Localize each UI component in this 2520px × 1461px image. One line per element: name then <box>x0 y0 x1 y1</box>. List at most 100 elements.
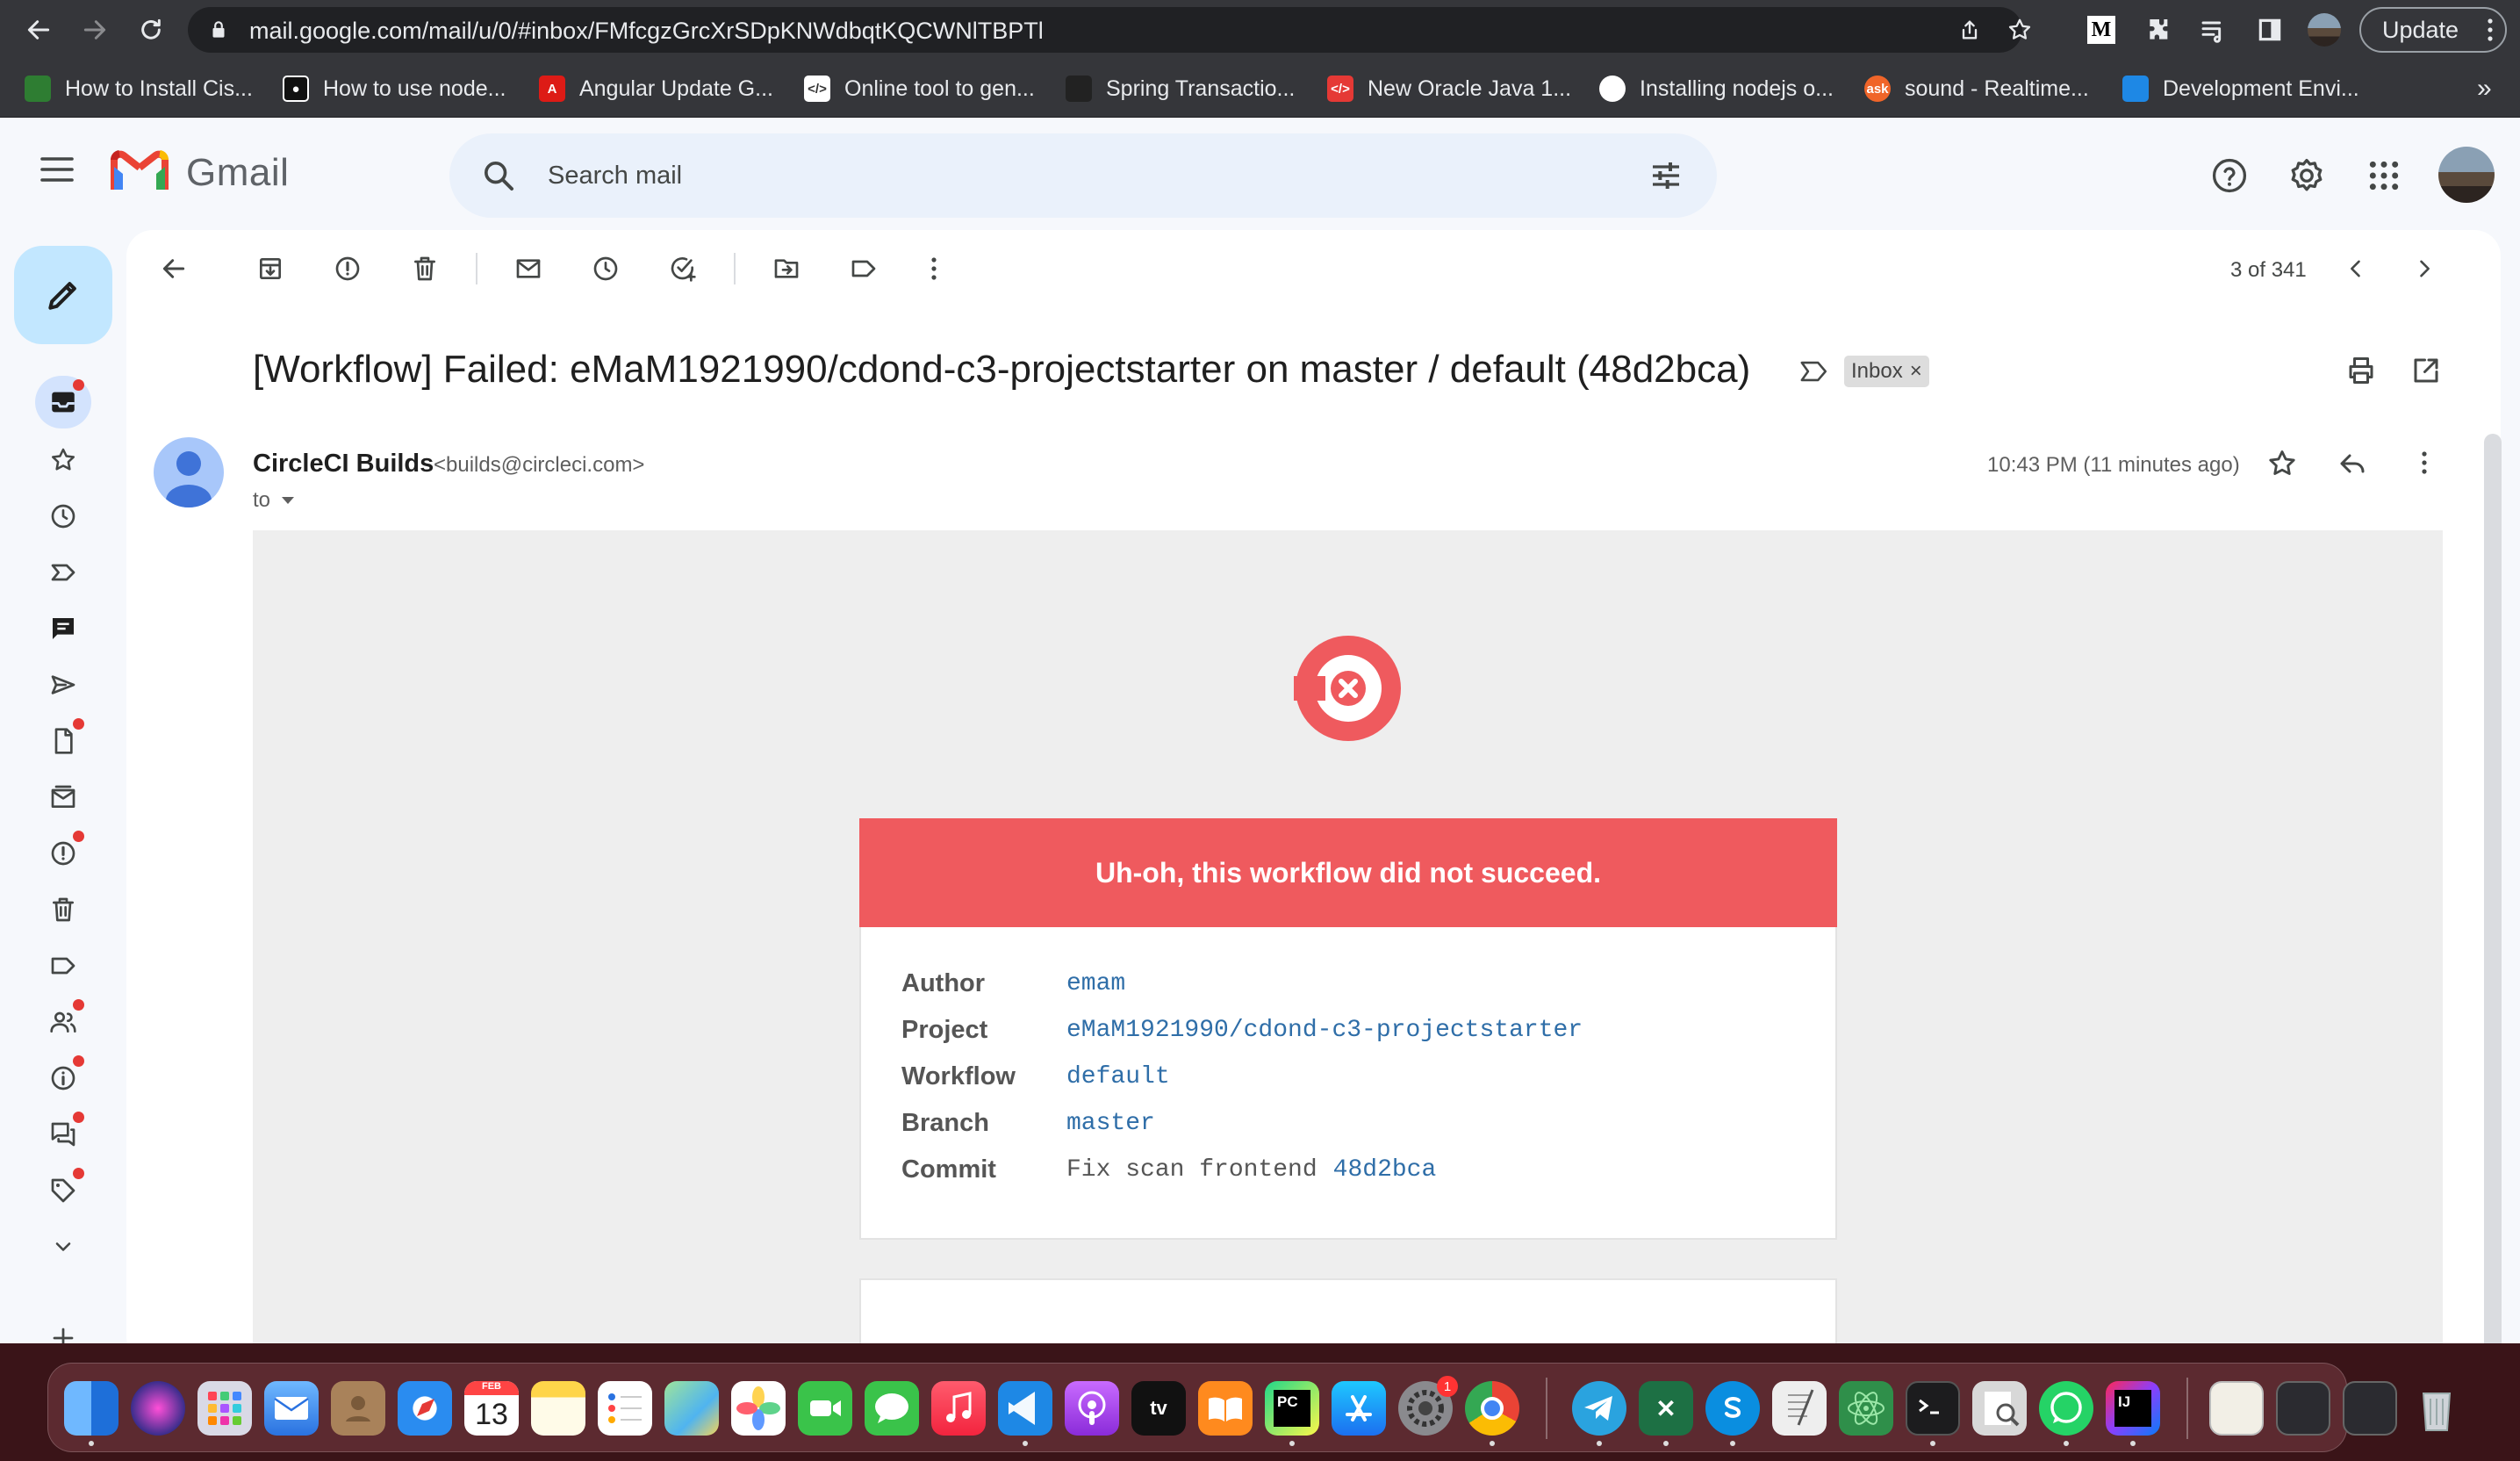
podcasts-icon[interactable] <box>1065 1381 1119 1436</box>
back-icon[interactable] <box>19 11 58 49</box>
scrollbar[interactable] <box>2484 434 2502 1343</box>
trash-icon[interactable] <box>44 890 83 929</box>
workflow-link[interactable]: default <box>1066 1063 1170 1090</box>
maps-icon[interactable] <box>664 1381 719 1436</box>
system-preferences-icon[interactable]: 1 <box>1398 1376 1458 1436</box>
important-marker-icon[interactable] <box>1799 358 1829 385</box>
updates-icon[interactable] <box>44 1055 84 1098</box>
account-avatar[interactable] <box>2438 147 2495 203</box>
search-bar[interactable] <box>449 133 1717 218</box>
bookmark-item[interactable]: Spring Transactio... <box>1066 68 1295 109</box>
chats-icon[interactable] <box>44 609 83 648</box>
snoozed-icon[interactable] <box>44 497 83 536</box>
search-input[interactable] <box>548 156 1513 195</box>
reminders-icon[interactable] <box>598 1381 652 1436</box>
reply-icon[interactable] <box>2337 448 2368 479</box>
atom-icon[interactable] <box>1839 1381 1893 1436</box>
more-chevron-down-icon[interactable] <box>44 1227 83 1266</box>
siri-icon[interactable] <box>131 1381 185 1436</box>
messages-icon[interactable] <box>865 1381 919 1436</box>
search-options-icon[interactable] <box>1648 158 1684 193</box>
preview-icon[interactable] <box>1972 1381 2027 1436</box>
extensions-puzzle-icon[interactable] <box>2142 12 2177 47</box>
bookmark-item[interactable]: ask sound - Realtime... <box>1864 68 2089 109</box>
report-spam-icon[interactable] <box>327 248 369 290</box>
trash-bin-icon[interactable] <box>2409 1381 2464 1436</box>
facetime-icon[interactable] <box>798 1381 852 1436</box>
bookmark-item[interactable]: Development Envi... <box>2122 68 2359 109</box>
label-icon[interactable] <box>44 946 83 985</box>
share-icon[interactable] <box>1957 18 1982 42</box>
finder-icon[interactable] <box>64 1381 118 1436</box>
whatsapp-icon[interactable] <box>2039 1381 2093 1436</box>
author-link[interactable]: emam <box>1066 970 1125 997</box>
promotions-icon[interactable] <box>44 1168 84 1210</box>
search-icon[interactable] <box>481 158 516 193</box>
music-icon[interactable] <box>931 1381 986 1436</box>
labels-icon[interactable] <box>843 248 885 290</box>
side-panel-icon[interactable] <box>2252 12 2287 47</box>
update-button[interactable]: Update <box>2359 7 2507 53</box>
main-menu-icon[interactable] <box>40 156 74 183</box>
sender-name[interactable]: CircleCI Builds <box>253 450 434 479</box>
branch-link[interactable]: master <box>1066 1110 1155 1137</box>
help-icon[interactable] <box>2208 155 2251 197</box>
bookmark-item[interactable]: How to Install Cis... <box>25 68 253 109</box>
minimized-window-icon[interactable] <box>2343 1381 2397 1436</box>
excel-icon[interactable]: ✕ <box>1639 1381 1693 1436</box>
bookmark-item[interactable]: Installing nodejs o... <box>1599 68 1834 109</box>
mark-unread-icon[interactable] <box>507 248 549 290</box>
address-bar[interactable]: mail.google.com/mail/u/0/#inbox/FMfcgzGr… <box>188 7 2031 53</box>
snooze-icon[interactable] <box>585 248 627 290</box>
commit-hash-link[interactable]: 48d2bca <box>1333 1156 1437 1184</box>
inbox-icon[interactable] <box>35 376 91 428</box>
reload-icon[interactable] <box>132 11 170 49</box>
create-label-plus-icon[interactable] <box>44 1319 83 1343</box>
app-store-icon[interactable] <box>1332 1381 1386 1436</box>
certificate-document-icon[interactable] <box>2209 1381 2264 1436</box>
terminal-icon[interactable] <box>1906 1381 1960 1436</box>
spam-icon[interactable] <box>44 831 84 873</box>
newer-chevron-left-icon[interactable] <box>2335 248 2377 290</box>
older-chevron-right-icon[interactable] <box>2403 248 2445 290</box>
minimized-window-icon[interactable] <box>2276 1381 2330 1436</box>
pycharm-icon[interactable]: PC <box>1265 1381 1319 1436</box>
safari-icon[interactable] <box>398 1381 452 1436</box>
medium-extension-icon[interactable]: M <box>2084 12 2119 47</box>
add-to-tasks-icon[interactable] <box>662 248 704 290</box>
delete-icon[interactable] <box>404 248 446 290</box>
sender-avatar[interactable] <box>154 437 224 507</box>
message-more-icon[interactable] <box>2420 450 2429 476</box>
skype-icon[interactable] <box>1705 1381 1760 1436</box>
bookmark-item[interactable]: ● How to use node... <box>283 68 506 109</box>
important-icon[interactable] <box>44 553 83 592</box>
chrome-icon[interactable] <box>1465 1381 1519 1436</box>
mail-app-icon[interactable] <box>264 1381 319 1436</box>
forums-icon[interactable] <box>44 1112 84 1154</box>
textedit-icon[interactable] <box>1772 1381 1827 1436</box>
calendar-icon[interactable]: FEB 13 <box>464 1381 519 1436</box>
launchpad-icon[interactable] <box>197 1381 252 1436</box>
apps-grid-icon[interactable] <box>2363 155 2405 197</box>
more-bookmarks-button[interactable]: » <box>2477 68 2492 109</box>
bookmark-item[interactable]: </> New Oracle Java 1... <box>1327 68 1571 109</box>
notes-icon[interactable] <box>531 1381 585 1436</box>
bookmark-star-icon[interactable] <box>2007 17 2033 43</box>
recipients-toggle[interactable]: to <box>253 488 295 513</box>
vscode-icon[interactable] <box>998 1381 1052 1436</box>
bookmark-item[interactable]: </> Online tool to gen... <box>804 68 1035 109</box>
social-icon[interactable] <box>44 999 84 1041</box>
archive-icon[interactable] <box>249 248 291 290</box>
remove-label-icon[interactable]: × <box>1910 359 1922 384</box>
all-mail-icon[interactable] <box>44 778 83 817</box>
media-queue-icon[interactable] <box>2196 12 2231 47</box>
star-icon[interactable] <box>2266 448 2298 479</box>
apple-tv-icon[interactable]: tv <box>1131 1381 1186 1436</box>
back-to-inbox-icon[interactable] <box>153 248 195 290</box>
print-icon[interactable] <box>2345 355 2377 386</box>
open-new-window-icon[interactable] <box>2410 355 2442 386</box>
photos-icon[interactable] <box>731 1381 786 1436</box>
profile-avatar[interactable] <box>2307 12 2342 47</box>
gmail-logo-icon[interactable] <box>111 149 169 193</box>
move-to-icon[interactable] <box>765 248 808 290</box>
